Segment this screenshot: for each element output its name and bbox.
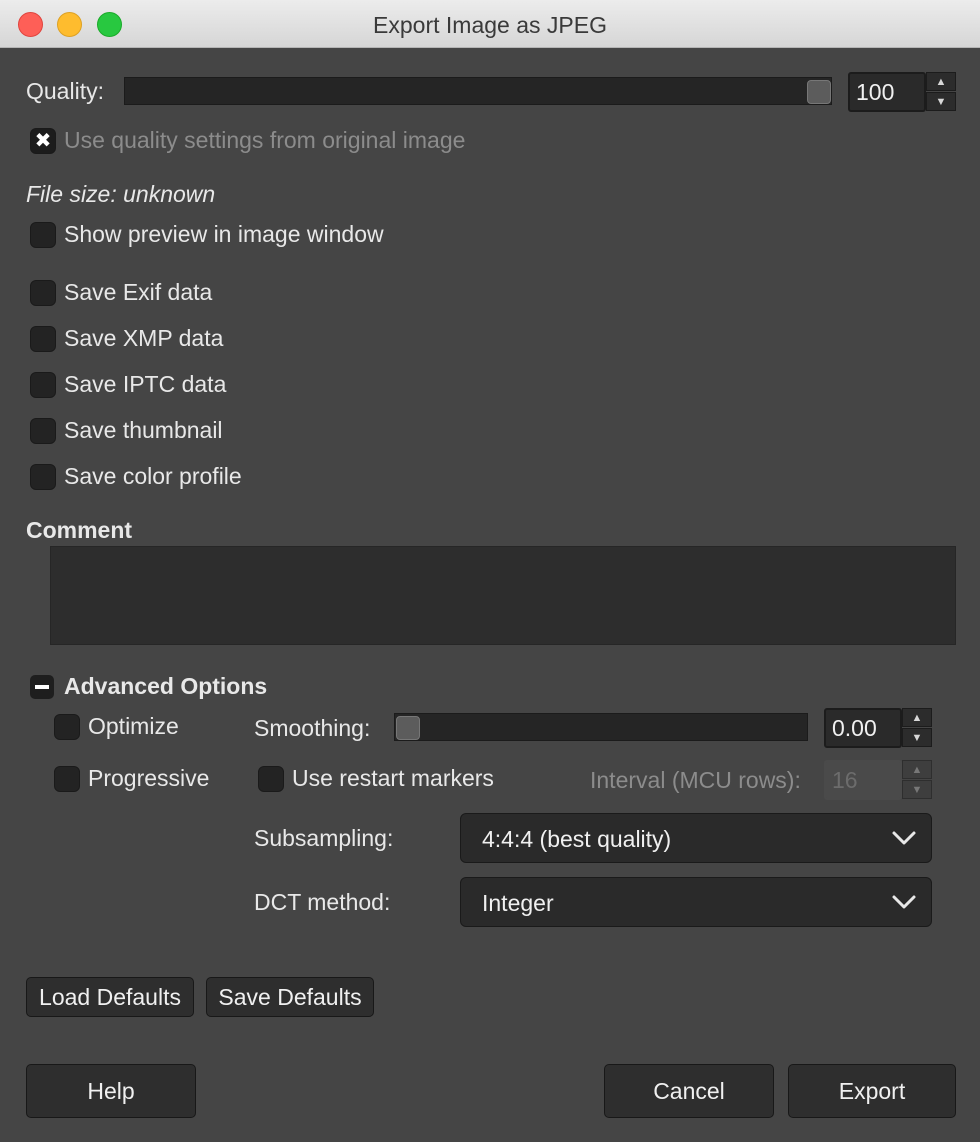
x-check-icon: ✖: [34, 130, 52, 152]
quality-slider-thumb[interactable]: [807, 80, 831, 104]
smoothing-label: Smoothing:: [254, 715, 371, 741]
save-exif-checkbox[interactable]: [30, 280, 56, 306]
subsampling-label: Subsampling:: [254, 825, 394, 851]
smoothing-slider[interactable]: [394, 713, 808, 741]
chevron-down-icon: [892, 831, 916, 845]
quality-slider[interactable]: [124, 77, 832, 105]
cancel-button[interactable]: Cancel: [604, 1064, 774, 1118]
save-defaults-button[interactable]: Save Defaults: [206, 977, 374, 1017]
smoothing-spinner[interactable]: 0.00 ▲ ▼: [824, 708, 932, 748]
save-thumbnail-label: Save thumbnail: [64, 417, 223, 443]
dct-method-value: Integer: [482, 890, 554, 916]
use-original-quality-checkbox[interactable]: ✖: [30, 128, 56, 154]
minus-icon[interactable]: [30, 675, 54, 699]
progressive-checkbox[interactable]: [54, 766, 80, 792]
save-exif-label: Save Exif data: [64, 279, 213, 305]
comment-heading: Comment: [26, 517, 133, 543]
subsampling-dropdown[interactable]: 4:4:4 (best quality): [460, 813, 932, 863]
interval-label: Interval (MCU rows):: [590, 767, 801, 793]
help-button[interactable]: Help: [26, 1064, 196, 1118]
save-thumbnail-checkbox[interactable]: [30, 418, 56, 444]
progressive-label: Progressive: [88, 765, 210, 791]
export-dialog: Export Image as JPEG Quality: 100 ▲ ▼ ✖ …: [0, 0, 980, 1142]
restart-markers-checkbox[interactable]: [258, 766, 284, 792]
save-iptc-checkbox[interactable]: [30, 372, 56, 398]
quality-label: Quality:: [26, 78, 104, 104]
optimize-label: Optimize: [88, 713, 179, 739]
subsampling-value: 4:4:4 (best quality): [482, 826, 672, 852]
arrow-up-icon[interactable]: ▲: [902, 760, 932, 779]
file-size-label: File size: unknown: [26, 181, 216, 207]
advanced-options-heading[interactable]: Advanced Options: [64, 673, 267, 700]
load-defaults-button[interactable]: Load Defaults: [26, 977, 194, 1017]
interval-spinner[interactable]: 16 ▲ ▼: [824, 760, 932, 800]
quality-spinner[interactable]: 100 ▲ ▼: [848, 72, 956, 112]
dct-method-dropdown[interactable]: Integer: [460, 877, 932, 927]
optimize-checkbox[interactable]: [54, 714, 80, 740]
use-original-quality-label: Use quality settings from original image: [64, 127, 466, 153]
chevron-down-icon: [892, 895, 916, 909]
arrow-up-icon[interactable]: ▲: [902, 708, 932, 727]
save-xmp-checkbox[interactable]: [30, 326, 56, 352]
export-button[interactable]: Export: [788, 1064, 956, 1118]
arrow-down-icon[interactable]: ▼: [902, 728, 932, 747]
save-color-profile-checkbox[interactable]: [30, 464, 56, 490]
comment-textarea[interactable]: [50, 546, 956, 645]
interval-value-field[interactable]: 16: [824, 760, 902, 800]
restart-markers-label: Use restart markers: [292, 765, 494, 791]
window-title: Export Image as JPEG: [373, 12, 607, 38]
smoothing-slider-thumb[interactable]: [396, 716, 420, 740]
arrow-down-icon[interactable]: ▼: [926, 92, 956, 111]
show-preview-checkbox[interactable]: [30, 222, 56, 248]
arrow-down-icon[interactable]: ▼: [902, 780, 932, 799]
save-iptc-label: Save IPTC data: [64, 371, 227, 397]
dct-method-label: DCT method:: [254, 889, 391, 915]
save-xmp-label: Save XMP data: [64, 325, 224, 351]
quality-value-field[interactable]: 100: [848, 72, 926, 112]
title-bar: Export Image as JPEG: [0, 0, 980, 48]
show-preview-label: Show preview in image window: [64, 221, 384, 247]
smoothing-value-field[interactable]: 0.00: [824, 708, 902, 748]
save-color-profile-label: Save color profile: [64, 463, 242, 489]
arrow-up-icon[interactable]: ▲: [926, 72, 956, 91]
